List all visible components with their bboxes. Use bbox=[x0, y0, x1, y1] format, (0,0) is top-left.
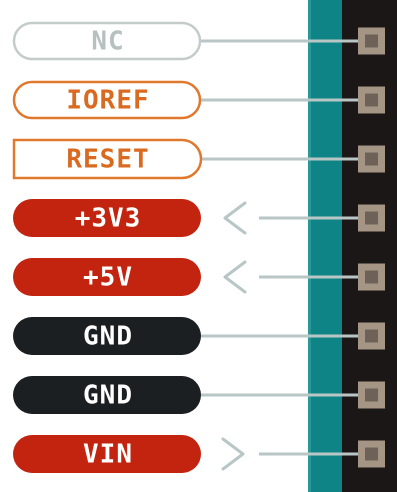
pin-label-text: +5V bbox=[83, 263, 133, 293]
pin-label-text: GND bbox=[83, 381, 133, 411]
pin-label-text: NC bbox=[91, 27, 124, 57]
header-pin-hole bbox=[365, 93, 378, 107]
chevron-left-icon bbox=[223, 201, 247, 235]
header-pin-hole bbox=[365, 388, 378, 402]
header-pin-hole bbox=[365, 270, 378, 284]
header-pin-hole bbox=[365, 447, 378, 461]
chevron-left-icon bbox=[223, 260, 247, 294]
header-pin-hole bbox=[365, 34, 378, 48]
header-pin-hole bbox=[365, 211, 378, 225]
board-edge bbox=[308, 0, 342, 492]
pin-header-body bbox=[342, 0, 397, 492]
pin-label-text: +3V3 bbox=[75, 204, 142, 234]
header-pin-hole bbox=[365, 329, 378, 343]
pin-label-text: RESET bbox=[66, 145, 149, 175]
header-pin-hole bbox=[365, 152, 378, 166]
pin-label-text: VIN bbox=[83, 440, 133, 470]
pin-label-text: IOREF bbox=[66, 86, 149, 116]
chevron-right-icon bbox=[221, 437, 245, 471]
pin-label-text: GND bbox=[83, 322, 133, 352]
board-highlight bbox=[308, 0, 311, 492]
pinout-diagram: NC IOREF RESET +3V3 +5V GND GND VIN bbox=[12, 0, 397, 492]
